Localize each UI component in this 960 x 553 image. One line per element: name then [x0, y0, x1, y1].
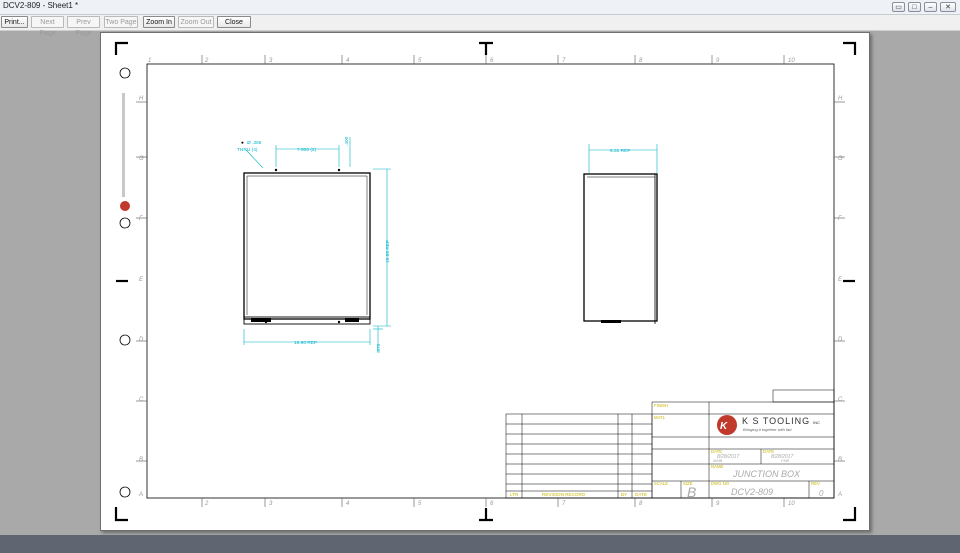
- company-name: K S TOOLING: [742, 416, 810, 426]
- zone-number-label: 3: [269, 58, 273, 64]
- two-page-button[interactable]: Two Page: [104, 16, 138, 28]
- zone-number-label: 8: [639, 58, 643, 64]
- zone-letter-label: B: [139, 457, 143, 463]
- material-label: MATL: [654, 415, 666, 420]
- checked-by: FNB: [781, 458, 789, 463]
- zone-letter-label: C: [838, 397, 843, 403]
- zone-letter-label: F: [139, 216, 143, 222]
- sheet-corner-marks: [114, 41, 857, 522]
- maximize-icon[interactable]: □: [908, 2, 921, 12]
- side-view-outline: [583, 173, 658, 322]
- zone-ticks: [136, 55, 845, 507]
- zone-number-label: 7: [562, 58, 566, 64]
- zone-letter-label: E: [838, 277, 843, 283]
- print-preview-page: 1 2 3 4 5 6 7 8 9 10 2 3 4 5 6 7 8 9 10 …: [100, 32, 870, 531]
- hole-icon: ●: [241, 141, 244, 146]
- title-block-values: 8/28/2017 8/28/2017 MMB FNB JUNCTION BOX…: [687, 454, 824, 500]
- window-titlebar: DCV2-809 - Sheet1 * ▭ □ – ✕: [0, 0, 960, 15]
- zone-number-label: 9: [716, 58, 720, 64]
- preview-toolbar: Print... Next Page Prev Page Two Page Zo…: [0, 15, 960, 37]
- logo-mark-icon: [120, 201, 130, 211]
- dim-height: 19.88 REF: [385, 240, 391, 263]
- dim-side-width: 6.31 REF: [610, 148, 630, 154]
- close-icon[interactable]: ✕: [940, 2, 956, 12]
- window-title: DCV2-809 - Sheet1 *: [3, 1, 79, 10]
- zone-letter-label: B: [838, 457, 842, 463]
- scale-label: SCALE: [654, 481, 668, 486]
- rev-ltr-label: LTR: [510, 492, 519, 497]
- zone-number-label: 8: [639, 501, 643, 507]
- zone-number-label: 4: [346, 58, 350, 64]
- finish-label: FINISH: [654, 403, 668, 408]
- zone-letter-label: D: [838, 337, 843, 343]
- revision-number: 0: [819, 489, 824, 498]
- dim-top-spacing: 7.900 (2): [297, 147, 317, 153]
- dimension-labels: ● Ø .386 THRU (4) 7.900 (2) .400 19.88 R…: [237, 136, 630, 353]
- revision-table: [505, 413, 653, 499]
- zone-number-label: 1: [148, 58, 151, 64]
- zone-number-label: 2: [204, 58, 209, 64]
- engineering-drawing: 1 2 3 4 5 6 7 8 9 10 2 3 4 5 6 7 8 9 10 …: [114, 41, 857, 522]
- status-bar: [0, 535, 960, 553]
- zone-number-label: 9: [716, 501, 720, 507]
- restore-icon[interactable]: ▭: [892, 2, 905, 12]
- zone-letter-label: A: [138, 492, 143, 498]
- close-button[interactable]: Close: [217, 16, 251, 28]
- prev-page-button[interactable]: Prev Page: [67, 16, 100, 37]
- name-label: NAME: [711, 464, 724, 469]
- print-button[interactable]: Print...: [1, 16, 28, 28]
- dim-top-edge: .400: [344, 136, 350, 146]
- zone-number-label: 5: [418, 501, 422, 507]
- zone-letter-label: C: [139, 397, 144, 403]
- dim-hole: Ø .386: [247, 140, 262, 146]
- zone-letter-label: D: [139, 337, 144, 343]
- minimize-icon[interactable]: –: [924, 2, 937, 12]
- zone-letter-label: H: [838, 96, 843, 102]
- dwg-label: DWG NO: [711, 481, 730, 486]
- zone-number-label: 3: [269, 501, 273, 507]
- zone-letter-label: F: [838, 216, 842, 222]
- window-controls: ▭ □ – ✕: [892, 2, 956, 12]
- rev-label: REV: [811, 481, 820, 486]
- zoom-out-button[interactable]: Zoom Out: [178, 16, 214, 28]
- front-view: [243, 168, 371, 325]
- zone-number-label: 2: [204, 501, 209, 507]
- zone-number-label: 10: [788, 58, 795, 64]
- zone-number-label: 6: [490, 501, 494, 507]
- sheet-size: B: [687, 484, 696, 500]
- dim-hole-note: THRU (4): [237, 147, 258, 153]
- company-suffix: INC: [813, 420, 820, 425]
- company-logo: K K S TOOLING INC Bringing it together w…: [717, 415, 820, 435]
- zone-letter-label: E: [139, 277, 144, 283]
- zone-number-label: 10: [788, 501, 795, 507]
- side-watermark: [122, 93, 125, 197]
- revision-table-labels: LTR REVISION RECORD BY DATE: [510, 492, 647, 497]
- side-view: [583, 173, 658, 324]
- rev-date-label: DATE: [635, 492, 647, 497]
- dim-bottom-edge: .875: [376, 343, 382, 353]
- svg-text:K: K: [720, 421, 728, 432]
- zoom-in-button[interactable]: Zoom In: [143, 16, 175, 28]
- company-tagline: Bringing it together with fab: [743, 427, 792, 432]
- drawing-title: JUNCTION BOX: [732, 469, 801, 479]
- zone-letter-label: G: [838, 156, 843, 162]
- zone-letter-label: A: [837, 492, 842, 498]
- zone-number-label: 6: [490, 58, 494, 64]
- zone-number-label: 7: [562, 501, 566, 507]
- title-block: [651, 389, 835, 499]
- zone-letter-label: H: [139, 96, 144, 102]
- zone-number-label: 5: [418, 58, 422, 64]
- next-page-button[interactable]: Next Page: [31, 16, 64, 37]
- rev-by-label: BY: [621, 492, 627, 497]
- drawn-by: MMB: [713, 458, 723, 463]
- zone-letter-label: G: [139, 156, 144, 162]
- front-view-outline: [243, 172, 371, 320]
- rev-record-label: REVISION RECORD: [542, 492, 586, 497]
- drawing-number: DCV2-809: [731, 487, 773, 497]
- dim-width: 16.90 REF: [294, 340, 317, 346]
- zone-number-label: 4: [346, 501, 350, 507]
